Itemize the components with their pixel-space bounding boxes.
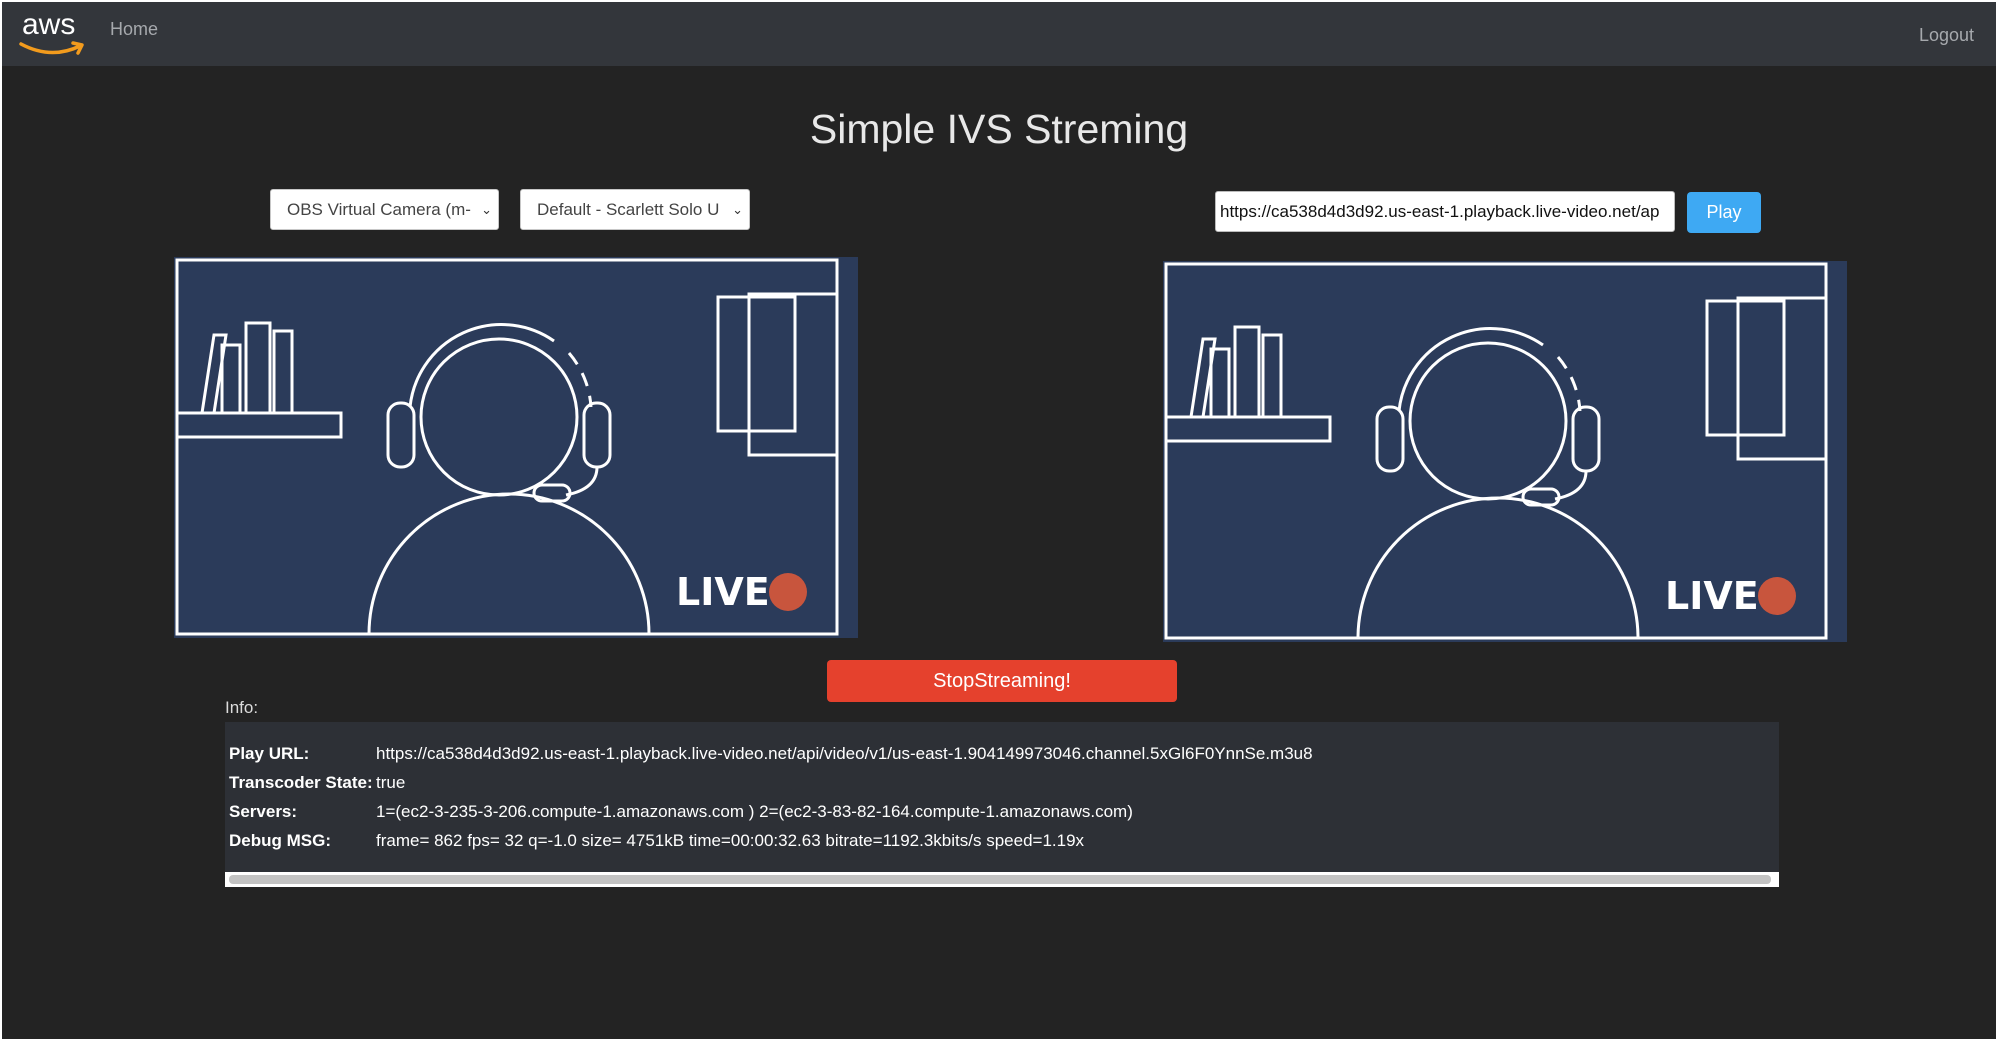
streamer-illustration: LIVE	[1163, 261, 1847, 642]
info-key: Play URL:	[229, 744, 310, 763]
live-dot-icon	[769, 573, 807, 611]
info-value: true	[376, 773, 406, 792]
info-key: Transcoder State:	[229, 773, 373, 792]
page-title: Simple IVS Streming	[809, 106, 1189, 152]
nav-home-link[interactable]: Home	[110, 19, 158, 40]
info-row-debug-msg: Debug MSG: frame= 862 fps= 32 q=-1.0 size…	[229, 831, 1084, 851]
local-video-preview: LIVE	[174, 257, 858, 638]
info-key: Debug MSG:	[229, 831, 331, 850]
info-value: 1=(ec2-3-235-3-206.compute-1.amazonaws.c…	[376, 802, 1133, 821]
live-badge-text: LIVE	[1665, 574, 1759, 618]
stop-streaming-button[interactable]: StopStreaming!	[827, 660, 1177, 702]
info-key: Servers:	[229, 802, 298, 821]
info-label: Info:	[225, 698, 259, 717]
camera-select[interactable]: OBS Virtual Camera (m- ⌄	[270, 189, 499, 230]
streamer-illustration: LIVE	[174, 257, 858, 638]
play-button[interactable]: Play	[1687, 192, 1761, 233]
top-navbar: aws Home Logout	[2, 2, 1996, 66]
info-row-transcoder-state: Transcoder State: true	[229, 773, 405, 793]
live-badge-text: LIVE	[676, 570, 770, 614]
info-value: https://ca538d4d3d92.us-east-1.playback.…	[376, 744, 1313, 763]
audio-select-value: Default - Scarlett Solo U	[537, 200, 720, 219]
remote-video-player[interactable]: LIVE	[1163, 261, 1847, 642]
camera-select-value: OBS Virtual Camera (m-	[287, 200, 471, 219]
horizontal-scrollbar[interactable]	[225, 872, 1779, 887]
audio-select[interactable]: Default - Scarlett Solo U ⌄	[520, 189, 750, 230]
info-row-play-url: Play URL: https://ca538d4d3d92.us-east-1.…	[229, 744, 1313, 764]
aws-logo[interactable]: aws	[18, 8, 92, 58]
info-value: frame= 862 fps= 32 q=-1.0 size= 4751kB t…	[376, 831, 1085, 850]
chevron-down-icon: ⌄	[481, 202, 492, 217]
aws-logo-text: aws	[22, 8, 76, 41]
scrollbar-thumb[interactable]	[229, 875, 1771, 884]
aws-smile-icon	[19, 41, 84, 55]
info-panel: Play URL: https://ca538d4d3d92.us-east-1.…	[225, 722, 1779, 872]
playback-url-input[interactable]: https://ca538d4d3d92.us-east-1.playback.…	[1215, 191, 1675, 232]
app-frame: aws Home Logout Simple IVS Streming OBS …	[2, 2, 1996, 1039]
nav-logout-link[interactable]: Logout	[1919, 25, 1974, 46]
info-row-servers: Servers: 1=(ec2-3-235-3-206.compute-1.ama…	[229, 802, 1133, 822]
chevron-down-icon: ⌄	[732, 202, 743, 217]
live-dot-icon	[1758, 577, 1796, 615]
